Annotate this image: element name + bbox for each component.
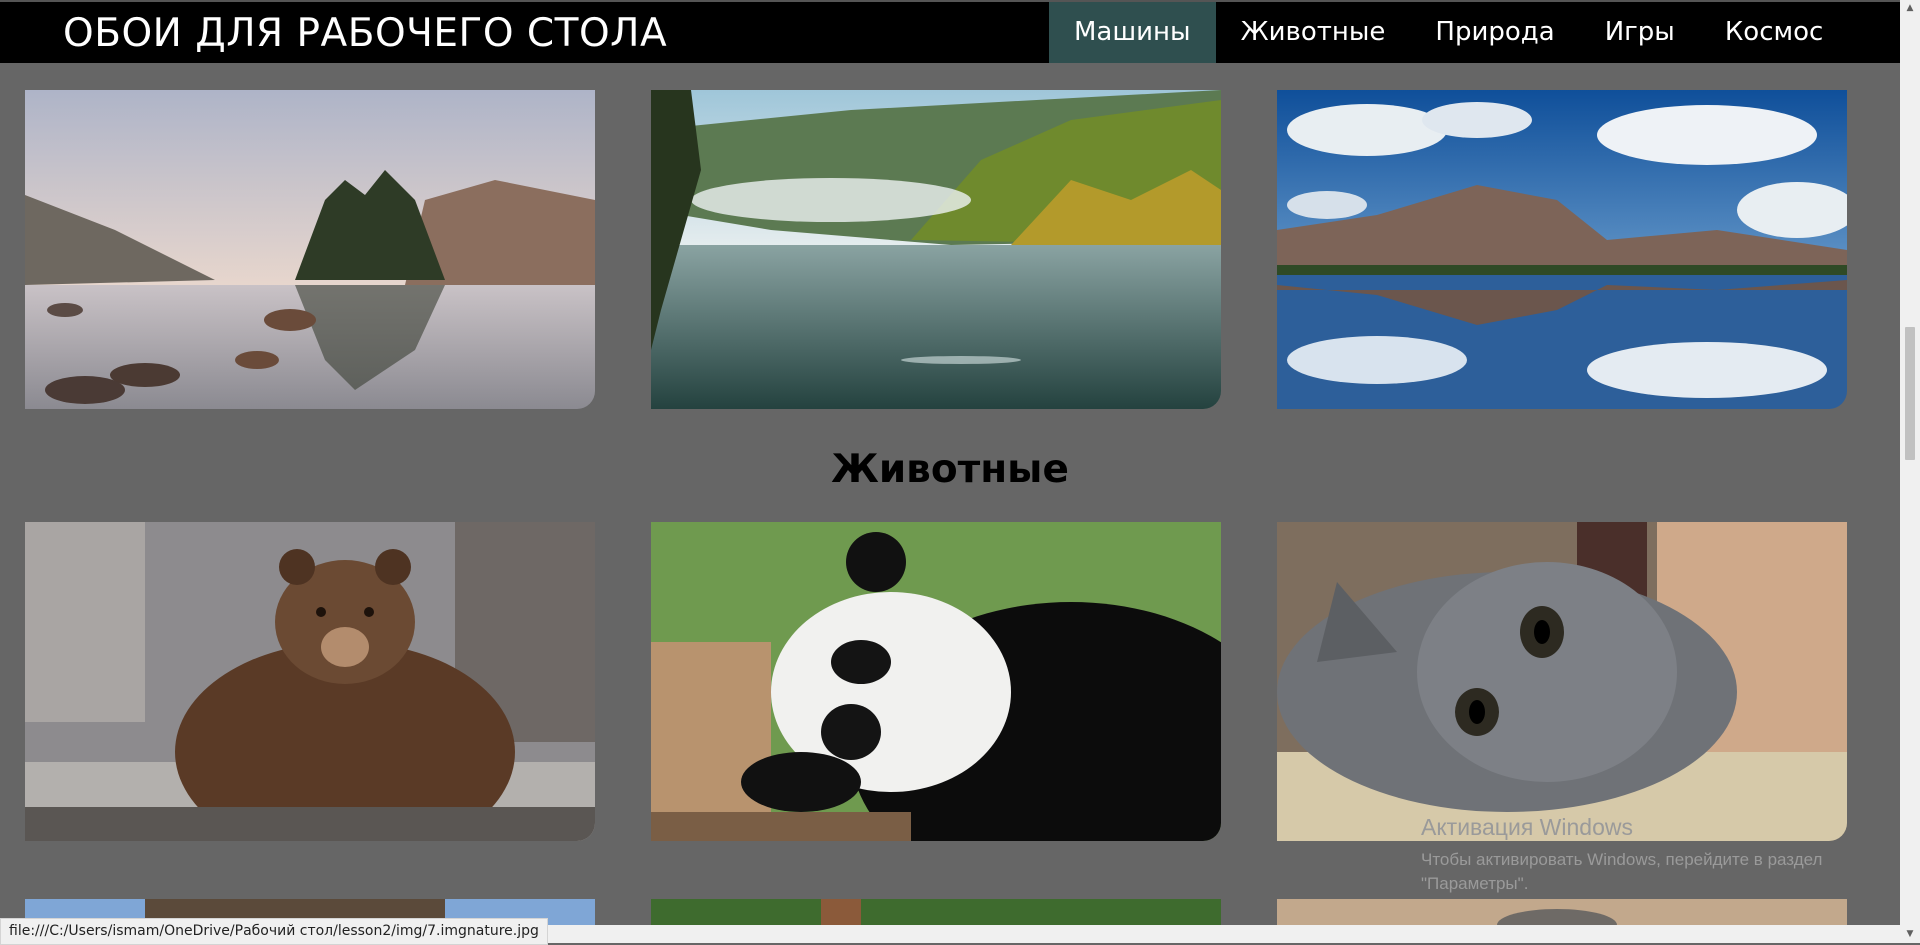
- site-header: ОБОИ ДЛЯ РАБОЧЕГО СТОЛА Машины Животные …: [0, 0, 1900, 63]
- wallpaper-panda[interactable]: [651, 522, 1221, 841]
- misty-lake-image: [651, 90, 1221, 409]
- status-url: file:///C:/Users/ismam/OneDrive/Рабочий …: [0, 918, 548, 945]
- row3-right-image: [1277, 899, 1847, 925]
- wallpaper-mountain-reflection[interactable]: [1277, 90, 1847, 409]
- panda-image: [651, 522, 1221, 841]
- nav-item-space[interactable]: Космос: [1700, 2, 1848, 63]
- main-nav: Машины Животные Природа Игры Космос: [1049, 2, 1848, 63]
- vertical-scrollbar[interactable]: ▲ ▼: [1900, 0, 1920, 943]
- scroll-down-icon[interactable]: ▼: [1900, 926, 1920, 943]
- nav-item-nature[interactable]: Природа: [1410, 2, 1579, 63]
- wallpaper-row3-right[interactable]: [1277, 899, 1847, 925]
- windows-activation-title: Активация Windows: [1421, 814, 1633, 840]
- wallpaper-lake-forest-island[interactable]: [25, 90, 595, 409]
- site-title: ОБОИ ДЛЯ РАБОЧЕГО СТОЛА: [63, 11, 668, 56]
- scrollbar-thumb[interactable]: [1905, 327, 1915, 460]
- windows-activation-subtitle: Чтобы активировать Windows, перейдите в …: [1421, 850, 1823, 893]
- nav-item-games[interactable]: Игры: [1580, 2, 1700, 63]
- wallpaper-brown-bear[interactable]: [25, 522, 595, 841]
- mountain-reflection-image: [1277, 90, 1847, 409]
- gray-cat-image: [1277, 522, 1847, 841]
- section-heading-animals: Животные: [831, 447, 1069, 492]
- lake-forest-image: [25, 90, 595, 409]
- wallpaper-misty-lake[interactable]: [651, 90, 1221, 409]
- nav-item-animals[interactable]: Животные: [1216, 2, 1411, 63]
- brown-bear-image: [25, 522, 595, 841]
- scroll-up-icon[interactable]: ▲: [1900, 0, 1920, 17]
- row3-middle-image: [651, 899, 1221, 925]
- wallpaper-gray-cat[interactable]: [1277, 522, 1847, 841]
- nav-item-cars[interactable]: Машины: [1049, 2, 1216, 63]
- wallpaper-row3-middle[interactable]: [651, 899, 1221, 925]
